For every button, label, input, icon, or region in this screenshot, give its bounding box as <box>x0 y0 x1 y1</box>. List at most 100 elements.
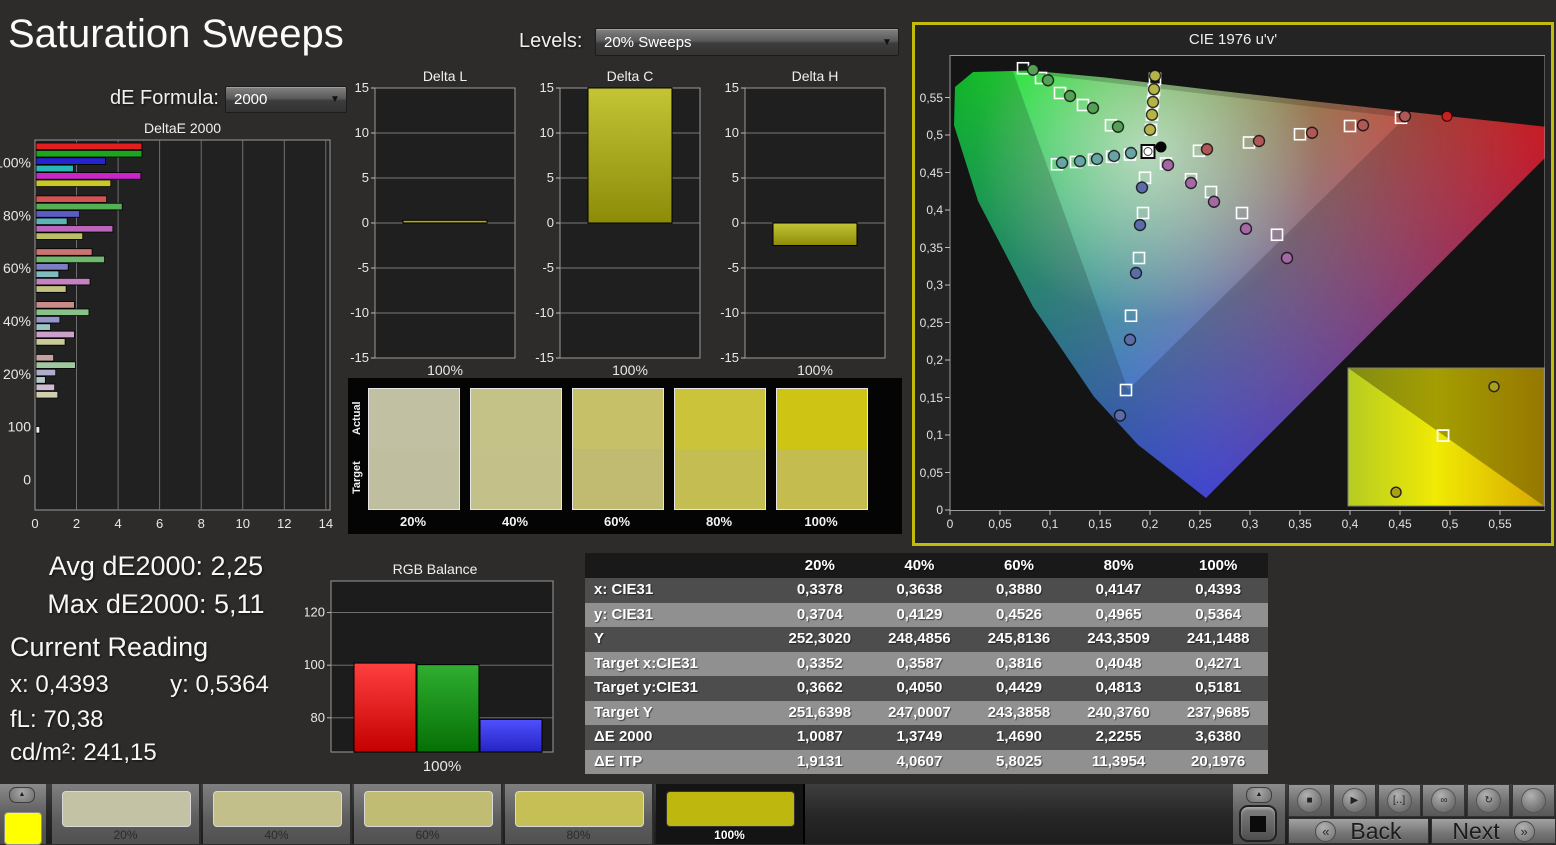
target-swatch <box>675 449 765 509</box>
pattern-level-label: 100% <box>656 828 803 842</box>
compare-tile-20% <box>368 388 460 510</box>
cie-x-tick-label: 0,3 <box>1228 517 1272 531</box>
actual-swatch <box>573 389 663 449</box>
svg-text:10: 10 <box>355 125 369 140</box>
play-icon: ▶ <box>1350 795 1358 806</box>
pattern-level-button-40%[interactable]: 40% <box>203 784 352 844</box>
compare-tile-40% <box>470 388 562 510</box>
table-cell: 248,4856 <box>870 627 970 652</box>
next-button[interactable]: Next » <box>1431 818 1556 844</box>
svg-text:100%: 100% <box>423 758 461 775</box>
table-cell: 0,4526 <box>969 603 1069 628</box>
table-cell: 241,1488 <box>1168 627 1268 652</box>
cie-y-tick-label: 0,5 <box>917 128 943 142</box>
cie-chart-title: CIE 1976 u'v' <box>915 31 1551 48</box>
pattern-window-button[interactable] <box>1239 805 1277 842</box>
pattern-level-label: 80% <box>505 828 652 842</box>
svg-text:-15: -15 <box>720 350 739 365</box>
cie-x-tick-label: 0,2 <box>1128 517 1172 531</box>
cie-x-tick-label: 0,1 <box>1028 517 1072 531</box>
svg-text:100: 100 <box>8 419 32 435</box>
svg-text:60%: 60% <box>3 260 31 276</box>
table-cell: 0,3378 <box>770 578 870 603</box>
svg-text:-10: -10 <box>535 305 554 320</box>
cie-x-tick-label: 0,05 <box>978 517 1022 531</box>
table-cell: 0,3816 <box>969 652 1069 677</box>
delta-h-chart: Delta H151050-5-10-15100% <box>708 70 890 380</box>
pattern-level-button-60%[interactable]: 60% <box>354 784 503 844</box>
pattern-level-swatch <box>515 791 644 827</box>
svg-text:-5: -5 <box>357 260 369 275</box>
pattern-level-button-100%[interactable]: 100% <box>656 784 805 844</box>
table-column-header: 40% <box>870 553 970 578</box>
table-cell: 0,4965 <box>1069 603 1169 628</box>
table-column-header: 60% <box>969 553 1069 578</box>
cie-y-tick-label: 0,25 <box>917 316 943 330</box>
pattern-color-swatch <box>4 812 42 845</box>
compare-tile-60% <box>572 388 664 510</box>
svg-text:100%: 100% <box>797 362 833 378</box>
table-cell: 247,0007 <box>870 701 970 726</box>
table-cell: 0,3638 <box>870 578 970 603</box>
svg-text:Delta L: Delta L <box>423 70 468 84</box>
svg-text:0: 0 <box>23 472 31 488</box>
levels-label: Levels: <box>519 30 582 53</box>
de-formula-dropdown[interactable]: 2000 ▼ <box>225 86 347 113</box>
cie-diagram-panel[interactable]: CIE 1976 u'v' 0 0,05 0,1 0,15 0,2 0,25 0,3 0,35… <box>912 22 1554 546</box>
expand-up-button[interactable]: ▲ <box>9 787 35 803</box>
svg-text:-5: -5 <box>727 260 739 275</box>
back-button[interactable]: « Back <box>1288 818 1429 844</box>
current-reading-title: Current Reading <box>10 632 208 663</box>
svg-text:0: 0 <box>362 215 369 230</box>
pattern-level-button-20%[interactable]: 20% <box>52 784 201 844</box>
blank-button[interactable] <box>1512 784 1555 817</box>
actual-target-panel: Actual Target 20%40%60%80%100% <box>348 378 902 534</box>
deltae-chart-title: DeltaE 2000 <box>35 120 330 136</box>
table-row: x: CIE310,33780,36380,38800,41470,4393 <box>585 578 1268 603</box>
current-reading-fl: fL: 70,38 <box>10 706 103 734</box>
svg-text:14: 14 <box>319 516 333 531</box>
table-cell: 0,5181 <box>1168 676 1268 701</box>
refresh-button[interactable]: ↻ <box>1467 784 1510 817</box>
table-row: Target Y251,6398247,0007243,3858240,3760… <box>585 701 1268 726</box>
table-cell: 0,4129 <box>870 603 970 628</box>
table-column-header: 100% <box>1168 553 1268 578</box>
infinity-button[interactable]: ∞ <box>1422 784 1465 817</box>
stop-button[interactable]: ■ <box>1288 784 1331 817</box>
pattern-level-label: 40% <box>203 828 350 842</box>
pattern-level-label: 20% <box>52 828 199 842</box>
de-formula-label: dE Formula: <box>110 87 219 110</box>
levels-dropdown[interactable]: 20% Sweeps ▼ <box>595 28 899 56</box>
table-row-label: ΔE ITP <box>585 750 770 775</box>
table-row-label: x: CIE31 <box>585 578 770 603</box>
dropdown-arrow-icon: ▼ <box>876 37 898 48</box>
cie-y-tick-label: 0,35 <box>917 241 943 255</box>
svg-text:20%: 20% <box>3 366 31 382</box>
cie-x-tick-label: 0,4 <box>1328 517 1372 531</box>
table-cell: 237,9685 <box>1168 701 1268 726</box>
table-cell: 3,6380 <box>1168 725 1268 750</box>
pattern-level-label: 60% <box>354 828 501 842</box>
svg-text:4: 4 <box>114 516 121 531</box>
svg-text:40%: 40% <box>3 313 31 329</box>
play-button[interactable]: ▶ <box>1333 784 1376 817</box>
pattern-level-swatch <box>364 791 493 827</box>
current-reading-cdm2: cd/m²: 241,15 <box>10 739 157 767</box>
loop-range-button[interactable]: [‥] <box>1378 784 1421 817</box>
actual-swatch <box>369 389 459 449</box>
table-cell: 1,9131 <box>770 750 870 775</box>
actual-swatch <box>471 389 561 449</box>
bottom-bar: ▲ 20% 40% 60% 80% 100% ▲ ■ ▶ [‥]∞↻ « Back Next… <box>0 784 1556 844</box>
table-cell: 0,4147 <box>1069 578 1169 603</box>
pattern-level-button-80%[interactable]: 80% <box>505 784 654 844</box>
svg-text:6: 6 <box>156 516 163 531</box>
svg-text:12: 12 <box>277 516 291 531</box>
actual-swatch <box>675 389 765 449</box>
table-cell: 0,4393 <box>1168 578 1268 603</box>
cie-y-tick-label: 0 <box>917 503 943 517</box>
avg-de-stat: Avg dE2000: 2,25 <box>0 551 312 582</box>
cie-x-tick-label: 0,15 <box>1078 517 1122 531</box>
expand-up-button[interactable]: ▲ <box>1246 787 1272 803</box>
target-swatch <box>369 449 459 509</box>
cie-y-tick-label: 0,05 <box>917 466 943 480</box>
